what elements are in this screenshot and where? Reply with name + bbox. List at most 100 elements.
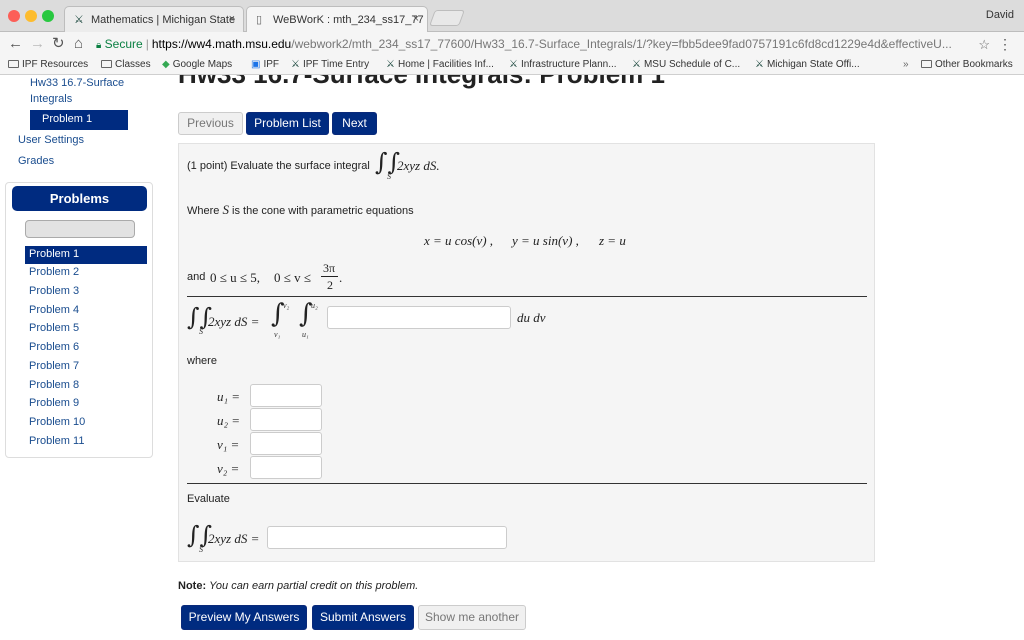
sidebar-set-link[interactable]: Hw33 16.7-Surface Integrals xyxy=(30,75,160,107)
bookmark-ipf-resources[interactable]: IPF Resources xyxy=(8,59,88,70)
bookmark-infrastructure[interactable]: ⚔ Infrastructure Plann... xyxy=(509,59,617,70)
maximize-window-button[interactable] xyxy=(42,10,54,22)
sidebar-item-grades[interactable]: Grades xyxy=(18,155,54,167)
sidebar-item-problem-1[interactable]: Problem 1 xyxy=(30,110,128,130)
du-dv-label: du dv xyxy=(517,310,546,325)
page-title: Hw33 16.7-Surface Integrals: Problem 1 xyxy=(178,75,665,90)
previous-button[interactable]: Previous xyxy=(178,112,243,135)
integral-subscript: S xyxy=(387,172,391,181)
spartan-icon: ⚔ xyxy=(386,59,395,70)
problem-list-item[interactable]: Problem 9 xyxy=(25,395,147,413)
integral-lhs: 2xyz dS = xyxy=(208,314,260,329)
back-icon[interactable]: ← xyxy=(8,36,23,52)
problem-list-item[interactable]: Problem 11 xyxy=(25,433,147,451)
secure-label: Secure xyxy=(104,37,143,51)
new-tab-button[interactable] xyxy=(429,10,465,26)
problems-header: Problems xyxy=(12,186,147,211)
profile-name[interactable]: David xyxy=(986,9,1014,21)
spartan-icon: ⚔ xyxy=(509,59,518,70)
integral-subscript: S xyxy=(199,327,203,336)
tab-close-icon[interactable]: × xyxy=(413,13,419,25)
where-text: Where S is the cone with parametric equa… xyxy=(187,202,414,217)
problem-list-item[interactable]: Problem 1 xyxy=(25,246,147,264)
final-integral-lhs: 2xyz dS = xyxy=(208,531,260,546)
maps-icon: ◆ xyxy=(162,59,170,70)
sidebar-item-user-settings[interactable]: User Settings xyxy=(18,134,84,146)
bounds-and: and xyxy=(187,271,206,283)
equation-y: y = u sin(v) , xyxy=(512,233,579,248)
submit-answers-button[interactable]: Submit Answers xyxy=(312,605,414,630)
u2-answer-input[interactable] xyxy=(250,408,322,431)
problem-list-button[interactable]: Problem List xyxy=(246,112,329,135)
next-button[interactable]: Next xyxy=(332,112,377,135)
url-host: https://ww4.math.msu.edu xyxy=(151,37,292,51)
home-icon[interactable]: ⌂ xyxy=(74,36,83,52)
problems-filter-field[interactable] xyxy=(25,220,135,238)
menu-icon[interactable]: ⋮ xyxy=(998,36,1012,53)
bookmark-google-maps[interactable]: ◆ Google Maps xyxy=(162,59,232,70)
problem-list-item[interactable]: Problem 8 xyxy=(25,377,147,395)
fraction-period: . xyxy=(339,270,343,285)
problem-list-item[interactable]: Problem 2 xyxy=(25,264,147,282)
bounds-u: 0 ≤ u ≤ 5, xyxy=(210,270,261,285)
v1-answer-input[interactable] xyxy=(250,432,322,455)
preview-answers-button[interactable]: Preview My Answers xyxy=(181,605,307,630)
fraction-numerator: 3π xyxy=(323,261,336,275)
problem-list-item[interactable]: Problem 3 xyxy=(25,283,147,301)
bookmark-ipf-time-entry[interactable]: ⚔ IPF Time Entry xyxy=(291,59,369,70)
bookmark-star-icon[interactable]: ☆ xyxy=(978,37,990,53)
problem-body: (1 point) Evaluate the surface integral … xyxy=(178,143,875,562)
equation-z: z = u xyxy=(599,233,626,248)
forward-icon[interactable]: → xyxy=(30,36,45,52)
final-answer-input[interactable] xyxy=(267,526,507,549)
v1-label: v₁ = xyxy=(217,437,240,452)
tab-webwork[interactable]: ▯ WeBWorK : mth_234_ss17_77 × xyxy=(246,6,428,33)
show-another-button[interactable]: Show me another xyxy=(418,605,526,630)
problem-list-item[interactable]: Problem 10 xyxy=(25,414,147,432)
lower-limit-u1: u₁ xyxy=(302,330,309,339)
minimize-window-button[interactable] xyxy=(25,10,37,22)
bookmark-facilities[interactable]: ⚔ Home | Facilities Inf... xyxy=(386,59,494,70)
divider xyxy=(187,483,867,484)
bookmarks-overflow-button[interactable]: » xyxy=(903,59,909,70)
tab-title: WeBWorK : mth_234_ss17_77 xyxy=(273,14,424,26)
problem-list-item[interactable]: Problem 6 xyxy=(25,339,147,357)
bounds-v: 0 ≤ v ≤ xyxy=(274,270,312,285)
bookmark-other[interactable]: Other Bookmarks xyxy=(921,59,1013,70)
problems-panel: Problems Problem 1 Problem 2 Problem 3 P… xyxy=(5,182,153,458)
v2-answer-input[interactable] xyxy=(250,456,322,479)
problem-list-item[interactable]: Problem 4 xyxy=(25,302,147,320)
bookmark-michigan-state[interactable]: ⚔ Michigan State Offi... xyxy=(755,59,860,70)
bookmarks-bar: IPF Resources Classes ◆ Google Maps ▣ IPF … xyxy=(0,57,1024,75)
evaluate-label: Evaluate xyxy=(187,493,230,505)
u1-answer-input[interactable] xyxy=(250,384,322,407)
spartan-icon: ⚔ xyxy=(632,59,641,70)
where-label: where xyxy=(187,355,217,367)
spartan-icon: ⚔ xyxy=(755,59,764,70)
bookmark-classes[interactable]: Classes xyxy=(101,59,151,70)
divider xyxy=(187,296,867,297)
problem-list-item[interactable]: Problem 5 xyxy=(25,320,147,338)
lower-limit-v1: v₁ xyxy=(274,330,281,339)
url-input[interactable]: 🔒︎ Secure | https://ww4.math.msu.edu/webwo… xyxy=(96,35,992,54)
folder-icon xyxy=(921,60,932,68)
webwork-page: Hw33 16.7-Surface Integrals Problem 1 Us… xyxy=(0,75,1024,640)
spartan-icon: ⚔ xyxy=(74,14,84,26)
browser-tab-bar: ⚔ Mathematics | Michigan State × ▯ WeBWo… xyxy=(0,0,1024,33)
upper-limit-u2: u₂ xyxy=(311,301,318,310)
fraction-bar xyxy=(321,276,338,277)
page-icon: ▯ xyxy=(256,14,263,26)
upper-limit-v2: v₂ xyxy=(283,301,290,310)
integrand-answer-input[interactable] xyxy=(327,306,511,329)
tab-mathematics[interactable]: ⚔ Mathematics | Michigan State × xyxy=(64,6,244,33)
problem-list-item[interactable]: Problem 7 xyxy=(25,358,147,376)
tab-close-icon[interactable]: × xyxy=(229,13,235,25)
partial-credit-note: Note: You can earn partial credit on thi… xyxy=(178,580,419,592)
briefcase-icon: ▣ xyxy=(251,59,261,70)
bookmark-msu-schedule[interactable]: ⚔ MSU Schedule of C... xyxy=(632,59,740,70)
close-window-button[interactable] xyxy=(8,10,20,22)
integral-subscript: S xyxy=(199,545,203,554)
reload-icon[interactable]: ↻ xyxy=(52,36,65,52)
u2-label: u₂ = xyxy=(217,413,241,428)
bookmark-ipf[interactable]: ▣ IPF xyxy=(251,59,279,70)
